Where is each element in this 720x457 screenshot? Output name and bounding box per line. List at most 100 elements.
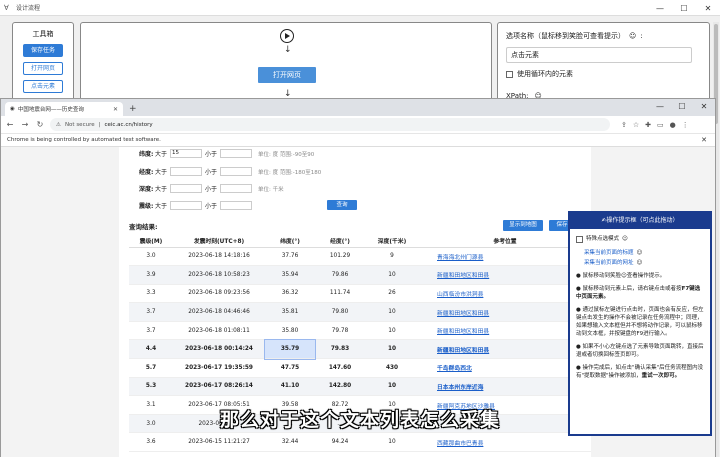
- time-cell: 2023-06-15 11:21:27: [173, 432, 265, 453]
- operation-prompt-panel[interactable]: ✍操作提示框（可点此拖动） 特殊点选模式 ☺ 采集当前页面的标题 ☺ 采集当前页…: [568, 211, 712, 436]
- app-title: 设计流程: [16, 5, 41, 12]
- longitude-cell: 79.80: [315, 302, 365, 322]
- location-link[interactable]: 西藏那曲市巴青县: [419, 432, 591, 453]
- latitude-cell: 47.75: [265, 358, 315, 378]
- latitude-cell: 35.80: [265, 321, 315, 341]
- depth-cell: 10: [365, 321, 419, 341]
- prompt-title[interactable]: ✍操作提示框（可点此拖动）: [570, 213, 710, 229]
- toolbox-title: 工具箱: [32, 30, 54, 38]
- latitude-cell: 35.94: [265, 265, 315, 285]
- sidebar-icon[interactable]: ▭: [657, 121, 664, 129]
- magnitude-cell: 5.7: [129, 358, 173, 378]
- browser-window-controls: — ☐ ✕: [649, 99, 715, 114]
- table-row: 5.3 2023-06-17 08:26:14 41.10 142.80 10 日本本州东…: [129, 377, 591, 397]
- col-time: 发震时刻(UTC+8): [173, 235, 265, 248]
- location-link[interactable]: 青海海北州门源县: [419, 247, 591, 267]
- maximize-icon[interactable]: ☐: [671, 99, 693, 114]
- checkbox-icon[interactable]: [506, 70, 513, 78]
- reload-icon[interactable]: ↻: [35, 120, 45, 129]
- smiley-icon[interactable]: ☺: [629, 32, 636, 40]
- query-button[interactable]: 查询: [327, 200, 357, 210]
- menu-icon[interactable]: ⋮: [682, 121, 689, 129]
- collect-title-link[interactable]: 采集当前页面的标题: [584, 249, 634, 257]
- depth-cell: 10: [365, 432, 419, 453]
- depth-cell: 9: [365, 247, 419, 267]
- mag-min-input[interactable]: [170, 201, 203, 210]
- time-cell: 2023-06-18 00:14:24: [173, 339, 265, 360]
- depth-min-input[interactable]: [170, 184, 203, 193]
- show-map-button[interactable]: 显示到地图: [503, 220, 543, 231]
- click-element-button[interactable]: 点击元素: [23, 80, 63, 93]
- checkbox-icon[interactable]: [576, 235, 583, 243]
- table-row: 3.6 2023-06-15 11:21:27 32.44 94.24 10 西藏那曲市巴…: [129, 432, 591, 453]
- window-controls: — ☐ ✕: [648, 0, 720, 16]
- col-longitude: 经度(°): [315, 235, 365, 248]
- longitude-cell: 142.80: [315, 377, 365, 397]
- loop-element-checkbox[interactable]: 使用循环内的元素: [506, 69, 701, 79]
- warning-icon: ⚠: [56, 121, 61, 128]
- forward-icon[interactable]: →: [20, 120, 30, 129]
- smiley-icon[interactable]: ☺: [637, 259, 643, 267]
- time-cell: 2023-06-18 10:58:23: [173, 265, 265, 285]
- app-titlebar: ∀ 设计流程 — ☐ ✕: [0, 0, 720, 16]
- mag-max-input[interactable]: [220, 201, 253, 210]
- time-cell: 2023-06-18 14:18:16: [173, 247, 265, 267]
- minimize-icon[interactable]: —: [648, 0, 672, 16]
- special-mode-checkbox[interactable]: 特殊点选模式 ☺: [576, 235, 704, 243]
- url-input[interactable]: ⚠ Not secure | ceic.ac.cn/history: [50, 118, 610, 131]
- lon-min-input[interactable]: [170, 167, 203, 176]
- smiley-icon[interactable]: ☺: [637, 249, 643, 257]
- bookmark-star-icon[interactable]: ☆: [633, 121, 639, 129]
- option-name-input[interactable]: 点击元素: [506, 47, 692, 63]
- filter-row-longitude: 经度: 大于 小于 单位: 度 范围:-180至180: [139, 167, 322, 176]
- magnitude-cell: 3.3: [129, 284, 173, 304]
- back-icon[interactable]: ←: [5, 120, 15, 129]
- depth-cell: 10: [365, 302, 419, 322]
- col-latitude: 纬度(°): [265, 235, 315, 248]
- longitude-cell: 79.83: [315, 339, 365, 360]
- close-icon[interactable]: ✕: [701, 134, 707, 147]
- location-link[interactable]: 千岛群岛西北: [419, 358, 591, 378]
- automation-infobar: Chrome is being controlled by automated …: [1, 134, 715, 147]
- lat-max-input[interactable]: [220, 149, 253, 158]
- close-icon[interactable]: ✕: [696, 0, 720, 16]
- tip-2: ● 鼠标移动到元素上后，请右键点击或者按F7键选中页面元素。: [576, 286, 701, 300]
- location-link[interactable]: 新疆和田地区和田县: [419, 339, 591, 360]
- save-task-button[interactable]: 保存任务: [23, 44, 63, 57]
- extensions-icon[interactable]: ✚: [645, 121, 651, 129]
- depth-max-input[interactable]: [220, 184, 253, 193]
- table-row: 3.7 2023-06-18 04:46:46 35.81 79.80 10 新疆和田地区…: [129, 302, 591, 322]
- browser-tab[interactable]: ◉ 中国地震台网——历史查询 ✕: [5, 102, 123, 116]
- lat-min-input[interactable]: 15: [170, 149, 203, 158]
- latitude-cell: 36.32: [265, 284, 315, 304]
- close-icon[interactable]: ✕: [693, 99, 715, 114]
- time-cell: 2023-06-18 09:23:56: [173, 284, 265, 304]
- location-link[interactable]: 山西临汾市洪洞县: [419, 284, 591, 304]
- time-cell: 2023-06-18 04:46:46: [173, 302, 265, 322]
- location-link[interactable]: 日本本州东岸近海: [419, 377, 591, 397]
- collect-url-link[interactable]: 采集当前页面的网址: [584, 259, 634, 267]
- minimize-icon[interactable]: —: [649, 99, 671, 114]
- filter-row-magnitude: 震级: 大于 小于: [139, 201, 255, 210]
- open-page-button[interactable]: 打开网页: [23, 62, 63, 75]
- down-arrow-icon: ↓: [284, 45, 292, 55]
- open-page-node[interactable]: 打开网页: [258, 67, 316, 83]
- profile-icon[interactable]: ●: [670, 121, 676, 129]
- share-icon[interactable]: ⇪: [621, 121, 627, 129]
- close-tab-icon[interactable]: ✕: [113, 106, 118, 113]
- new-tab-icon[interactable]: +: [129, 104, 137, 114]
- time-cell: 2023-06-18 01:08:11: [173, 321, 265, 341]
- smiley-icon[interactable]: ☺: [622, 235, 628, 243]
- maximize-icon[interactable]: ☐: [672, 0, 696, 16]
- start-play-icon[interactable]: [280, 29, 294, 43]
- location-link[interactable]: 新疆和田地区和田县: [419, 321, 591, 341]
- time-cell: 2023-06-17 19:35:59: [173, 358, 265, 378]
- location-link[interactable]: 新疆和田地区和田县: [419, 265, 591, 285]
- latitude-cell: 41.10: [265, 377, 315, 397]
- latitude-cell: 37.76: [265, 247, 315, 267]
- depth-cell: 10: [365, 377, 419, 397]
- col-location: 参考位置: [419, 235, 591, 248]
- table-row: 3.7 2023-06-18 01:08:11 35.80 79.78 10 新疆和田地区…: [129, 321, 591, 341]
- location-link[interactable]: 新疆和田地区和田县: [419, 302, 591, 322]
- lon-max-input[interactable]: [220, 167, 253, 176]
